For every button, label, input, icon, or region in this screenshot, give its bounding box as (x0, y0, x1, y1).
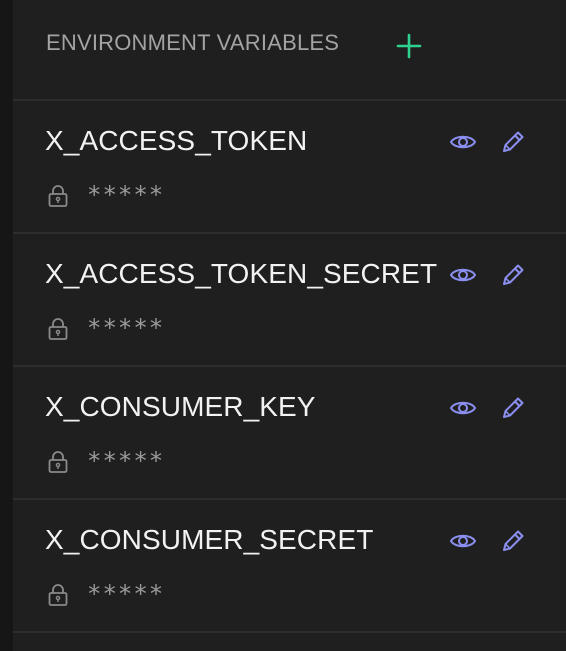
view-value-button[interactable] (449, 396, 477, 420)
panel-title: ENVIRONMENT VARIABLES (46, 30, 340, 55)
variable-list: X_ACCESS_TOKEN ***** X_ACCESS_TOKEN_SECR… (13, 101, 566, 633)
add-variable-button[interactable] (396, 33, 422, 59)
pencil-icon (503, 131, 524, 152)
lock-icon (47, 583, 69, 607)
lock-icon (47, 317, 69, 341)
edit-variable-button[interactable] (500, 395, 526, 421)
variable-item: X_CONSUMER_KEY ***** (13, 367, 566, 500)
variable-item: X_ACCESS_TOKEN_SECRET ***** (13, 234, 566, 367)
variable-name: X_ACCESS_TOKEN (45, 125, 308, 156)
pencil-icon (503, 264, 524, 285)
eye-icon (449, 268, 477, 282)
lock-icon (47, 450, 69, 474)
eye-icon (449, 135, 477, 149)
variable-value: ***** (87, 314, 165, 342)
eye-icon (449, 534, 477, 548)
variable-value: ***** (87, 447, 165, 475)
edit-variable-button[interactable] (500, 129, 526, 155)
pencil-icon (503, 397, 524, 418)
variable-item: X_ACCESS_TOKEN ***** (13, 101, 566, 234)
view-value-button[interactable] (449, 529, 477, 553)
variable-item: X_CONSUMER_SECRET ***** (13, 500, 566, 633)
variable-value: ***** (87, 580, 165, 608)
edit-variable-button[interactable] (500, 262, 526, 288)
plus-icon (396, 33, 422, 59)
panel-header: ENVIRONMENT VARIABLES (13, 0, 566, 101)
environment-variables-panel: ENVIRONMENT VARIABLES X_ACCESS_TOKEN ***… (13, 0, 566, 651)
view-value-button[interactable] (449, 130, 477, 154)
view-value-button[interactable] (449, 263, 477, 287)
variable-name: X_CONSUMER_SECRET (45, 524, 374, 555)
eye-icon (449, 401, 477, 415)
variable-value: ***** (87, 181, 165, 209)
pencil-icon (503, 530, 524, 551)
variable-name: X_CONSUMER_KEY (45, 391, 316, 422)
edit-variable-button[interactable] (500, 528, 526, 554)
left-edge-strip (0, 0, 13, 651)
variable-name: X_ACCESS_TOKEN_SECRET (45, 258, 438, 289)
lock-icon (47, 184, 69, 208)
